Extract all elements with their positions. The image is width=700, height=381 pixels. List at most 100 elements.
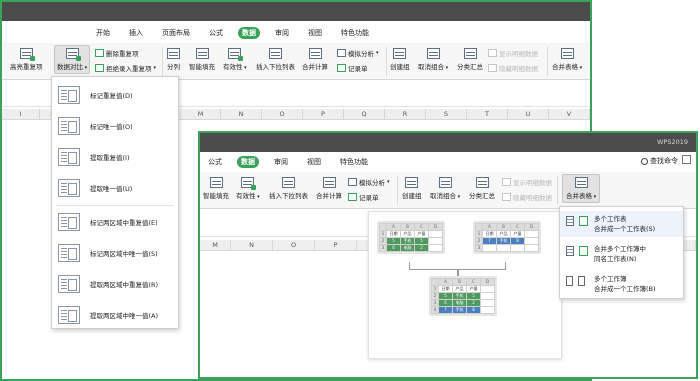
- menu-item-mark-two-range-unique[interactable]: 标记两区域中唯一值(S): [52, 239, 178, 267]
- tab-review[interactable]: 审阅: [270, 156, 292, 168]
- tab-review[interactable]: 审阅: [271, 27, 293, 39]
- tab-data[interactable]: 数据: [237, 156, 259, 168]
- subtotal-icon: [463, 48, 477, 59]
- menu-item-line: 合并成一个工作表(S): [594, 225, 656, 233]
- data-compare-button[interactable]: 数据对比 ▾: [54, 45, 91, 74]
- create-group-button[interactable]: 创建组: [390, 48, 410, 71]
- menu-item-mark-unique[interactable]: 标记唯一值(O): [52, 112, 178, 140]
- column-header[interactable]: N: [231, 240, 273, 251]
- column-header[interactable]: R: [385, 109, 426, 120]
- menu-item-mark-duplicates[interactable]: 标记重复值(D): [52, 81, 178, 109]
- what-if-analysis-button[interactable]: 模拟分析 ▾: [337, 48, 379, 58]
- consolidate-label: 合并计算: [316, 192, 342, 200]
- menu-item-extract-duplicates[interactable]: 提取重复值(I): [52, 143, 178, 171]
- search-icon: [641, 157, 648, 165]
- menu-item-merge-sheets-to-one[interactable]: 多个工作表 合并成一个工作表(S): [560, 211, 683, 237]
- record-form-icon: [337, 64, 346, 72]
- validation-button[interactable]: 有效性 ▾: [236, 177, 260, 200]
- column-header[interactable]: V: [549, 109, 590, 120]
- menu-item-extract-two-range-duplicates[interactable]: 提取两区域中重复值(R): [52, 270, 178, 298]
- hide-detail-button[interactable]: 隐藏明细数据: [502, 192, 552, 202]
- merge-same-name-icon: [566, 246, 588, 259]
- record-form-button[interactable]: 记录单: [337, 63, 368, 73]
- tab-special[interactable]: 特色功能: [336, 156, 372, 168]
- highlight-duplicates-button[interactable]: 高亮重复项: [10, 48, 43, 71]
- ungroup-button[interactable]: 取消组合 ▾: [418, 48, 448, 71]
- column-header[interactable]: N: [221, 109, 262, 120]
- split-column-button[interactable]: 分列: [167, 48, 180, 71]
- insert-dropdown-list-button[interactable]: 插入下拉列表: [269, 177, 308, 200]
- front-titlebar: WPS2019: [200, 133, 696, 152]
- tab-insert[interactable]: 插入: [125, 27, 147, 39]
- subtotal-button[interactable]: 分类汇总: [457, 48, 483, 71]
- menu-item-merge-workbooks[interactable]: 多个工作簿 合并成一个工作簿(B): [560, 271, 683, 297]
- tab-start[interactable]: 开始: [92, 27, 114, 39]
- column-header[interactable]: O: [273, 240, 315, 251]
- subtotal-button[interactable]: 分类汇总: [469, 177, 495, 200]
- column-header[interactable]: U: [508, 109, 549, 120]
- tab-formula[interactable]: 公式: [204, 156, 226, 168]
- column-header[interactable]: I: [2, 109, 40, 120]
- create-group-button[interactable]: 创建组: [402, 177, 422, 200]
- smart-fill-button[interactable]: 智能填充: [189, 48, 215, 71]
- show-detail-button[interactable]: 显示明细数据: [488, 48, 538, 58]
- column-header[interactable]: O: [262, 109, 303, 120]
- menu-item-mark-two-range-duplicates[interactable]: 标记两区域中重复值(E): [52, 208, 178, 236]
- preview-cell: 手机: [452, 306, 467, 314]
- extract-unique-icon: [58, 179, 80, 197]
- column-header[interactable]: M: [181, 109, 221, 120]
- menu-item-merge-same-name-sheets[interactable]: 合并多个工作簿中 同名工作表(N): [560, 241, 683, 267]
- show-detail-button[interactable]: 显示明细数据: [502, 177, 552, 187]
- preview-cell: 2: [466, 299, 481, 307]
- split-column-label: 分列: [167, 63, 180, 71]
- tab-formula[interactable]: 公式: [205, 27, 227, 39]
- menu-item-line: 多个工作表: [594, 215, 627, 223]
- merge-tables-icon: [560, 48, 574, 59]
- ribbon-divider: [386, 47, 387, 76]
- menu-item-label: 提取唯一值(U): [90, 185, 133, 193]
- app-brand: WPS2019: [656, 138, 688, 146]
- share-icon[interactable]: [682, 155, 691, 164]
- ungroup-button[interactable]: 取消组合 ▾: [430, 177, 460, 200]
- create-group-icon: [405, 177, 419, 188]
- subtotal-label: 分类汇总: [469, 192, 495, 200]
- preview-cell: 产量: [414, 230, 429, 238]
- column-header[interactable]: P: [303, 109, 344, 120]
- insert-dropdown-list-button[interactable]: 插入下拉列表: [256, 48, 295, 71]
- merge-workbooks-icon: [566, 276, 588, 289]
- tab-data[interactable]: 数据: [238, 27, 260, 39]
- column-header[interactable]: P: [315, 240, 357, 251]
- reject-duplicates-button[interactable]: 拒绝录入重复项 ▾: [95, 63, 156, 73]
- hide-detail-button[interactable]: 隐藏明细数据: [488, 63, 538, 73]
- command-search[interactable]: 查找命令: [641, 156, 678, 166]
- preview-row-number: 1: [475, 230, 483, 238]
- smart-fill-button[interactable]: 智能填充: [203, 177, 229, 200]
- remove-duplicates-button[interactable]: 删除重复项: [95, 48, 139, 58]
- preview-cell: 日期: [386, 230, 401, 238]
- tab-view[interactable]: 视图: [304, 27, 326, 39]
- tab-special[interactable]: 特色功能: [337, 27, 373, 39]
- preview-cell: 5: [438, 292, 453, 300]
- what-if-analysis-button[interactable]: 模拟分析 ▾: [348, 177, 390, 187]
- menu-item-extract-two-range-unique[interactable]: 提取两区域中唯一值(A): [52, 301, 178, 329]
- consolidate-button[interactable]: 合并计算: [316, 177, 342, 200]
- record-form-button[interactable]: 记录单: [348, 192, 379, 202]
- smart-fill-label: 智能填充: [203, 192, 229, 200]
- column-header[interactable]: T: [467, 109, 508, 120]
- menu-item-extract-unique[interactable]: 提取唯一值(U): [52, 174, 178, 202]
- validation-button[interactable]: 有效性 ▾: [223, 48, 247, 71]
- tab-view[interactable]: 视图: [303, 156, 325, 168]
- column-header[interactable]: S: [426, 109, 467, 120]
- column-header[interactable]: Q: [344, 109, 385, 120]
- preview-cell: 产量: [466, 285, 481, 293]
- preview-cell: 6: [438, 299, 453, 307]
- reject-duplicates-icon: [95, 64, 104, 72]
- tab-page-layout[interactable]: 页面布局: [158, 27, 194, 39]
- column-header[interactable]: M: [200, 240, 231, 251]
- merge-tables-button[interactable]: 合并表格 ▾: [552, 48, 582, 71]
- preview-cell: 产品: [400, 230, 415, 238]
- merge-tables-button[interactable]: 合并表格 ▾: [562, 174, 601, 203]
- consolidate-button[interactable]: 合并计算: [302, 48, 328, 71]
- preview-col-header: C: [414, 223, 429, 231]
- front-tab-bar: 公式 数据 审阅 视图 特色功能: [204, 155, 372, 169]
